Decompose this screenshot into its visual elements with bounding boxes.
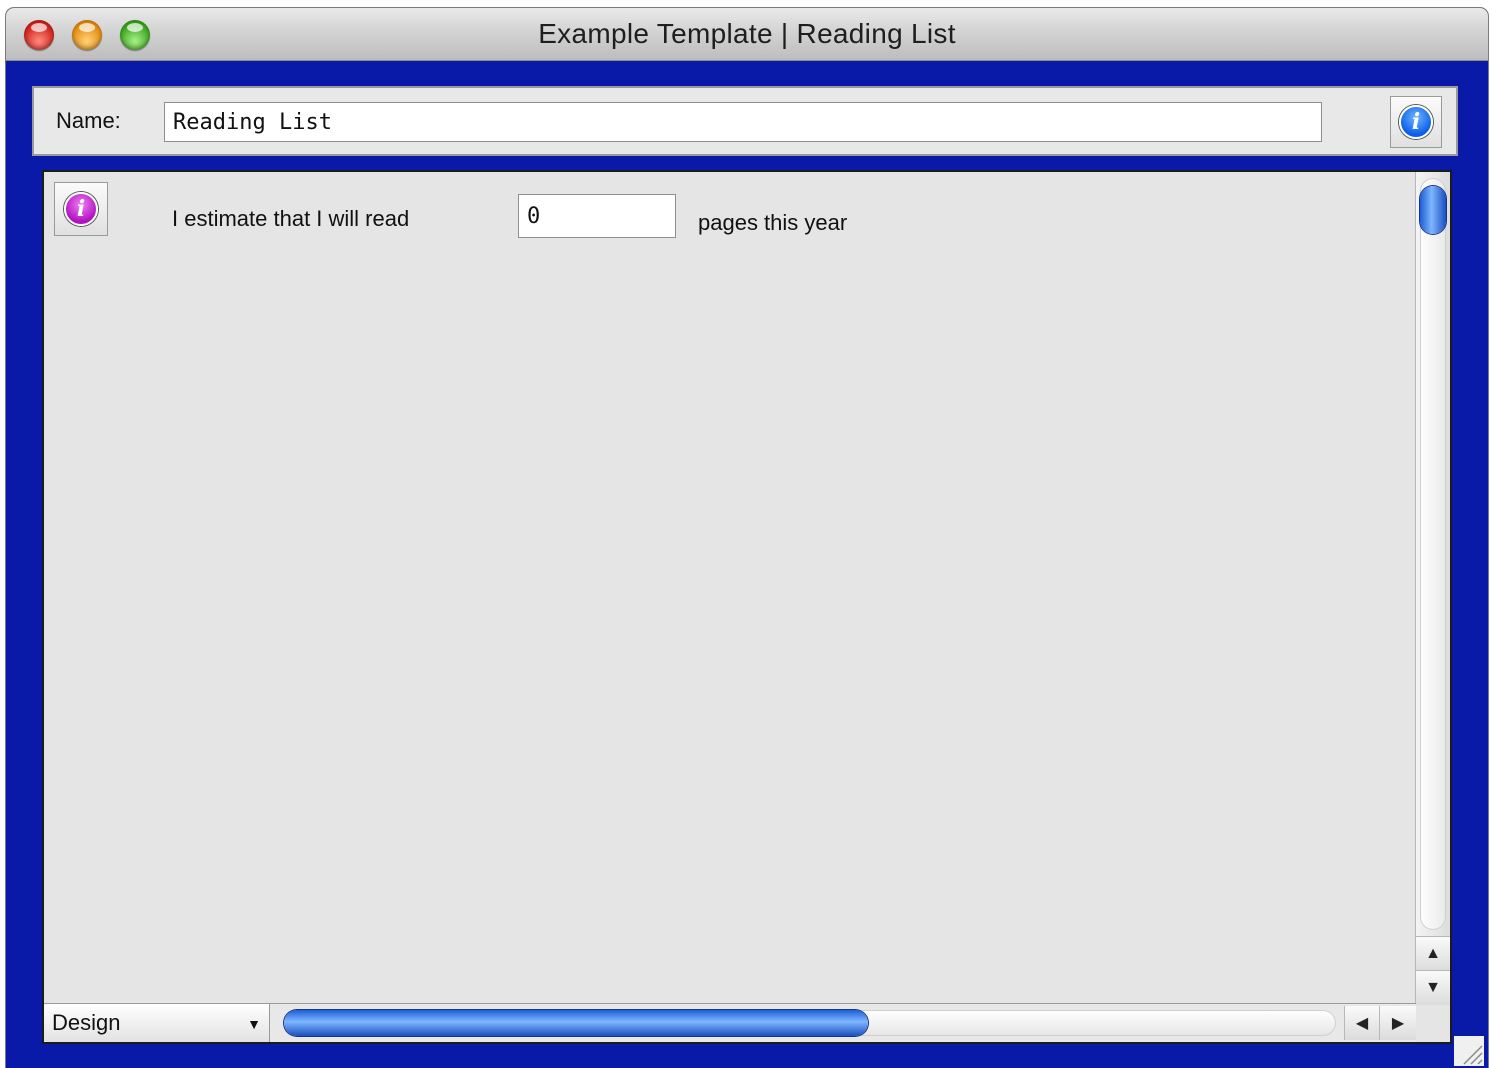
name-field[interactable] xyxy=(164,102,1322,142)
estimate-suffix-label: pages this year xyxy=(698,210,848,235)
info-icon: i xyxy=(1399,105,1433,139)
window-title: Example Template | Reading List xyxy=(538,18,956,49)
vertical-scroll-track[interactable] xyxy=(1420,178,1446,930)
header-panel: Name: i xyxy=(32,86,1458,156)
vertical-scrollbar[interactable]: ▲ ▼ xyxy=(1415,172,1450,1005)
title-bar[interactable]: Example Template | Reading List xyxy=(6,8,1488,61)
arrow-right-icon: ▶ xyxy=(1391,1015,1405,1032)
vertical-scroll-thumb[interactable] xyxy=(1420,186,1446,234)
mode-dropdown-value: Design xyxy=(52,1010,121,1035)
pages-estimate-input[interactable] xyxy=(518,194,676,238)
horizontal-scroll-thumb[interactable] xyxy=(284,1010,868,1036)
scroll-right-button[interactable]: ▶ xyxy=(1379,1006,1416,1040)
info-icon: i xyxy=(64,192,98,226)
header-info-button[interactable]: i xyxy=(1390,96,1442,148)
record-content-area: i I estimate that I will read pages this… xyxy=(42,170,1452,1044)
chevron-down-icon: ▼ xyxy=(247,1016,261,1032)
arrow-up-icon: ▲ xyxy=(1425,945,1441,962)
app-window: Example Template | Reading List Name: i … xyxy=(6,8,1488,1068)
name-label: Name: xyxy=(56,108,121,133)
scroll-left-button[interactable]: ◀ xyxy=(1344,1006,1379,1040)
estimate-prefix-label: I estimate that I will read xyxy=(172,206,410,231)
record-info-button[interactable]: i xyxy=(54,182,108,236)
arrow-down-icon: ▼ xyxy=(1425,979,1441,996)
bottom-bar: Design ▼ ◀ ▶ xyxy=(44,1003,1416,1042)
resize-grip[interactable] xyxy=(1454,1036,1484,1066)
mode-dropdown[interactable]: Design ▼ xyxy=(44,1004,270,1042)
scroll-up-button[interactable]: ▲ xyxy=(1416,936,1450,971)
arrow-left-icon: ◀ xyxy=(1355,1015,1369,1032)
resize-grip-icon xyxy=(1463,1045,1483,1065)
scroll-down-button[interactable]: ▼ xyxy=(1416,970,1450,1005)
